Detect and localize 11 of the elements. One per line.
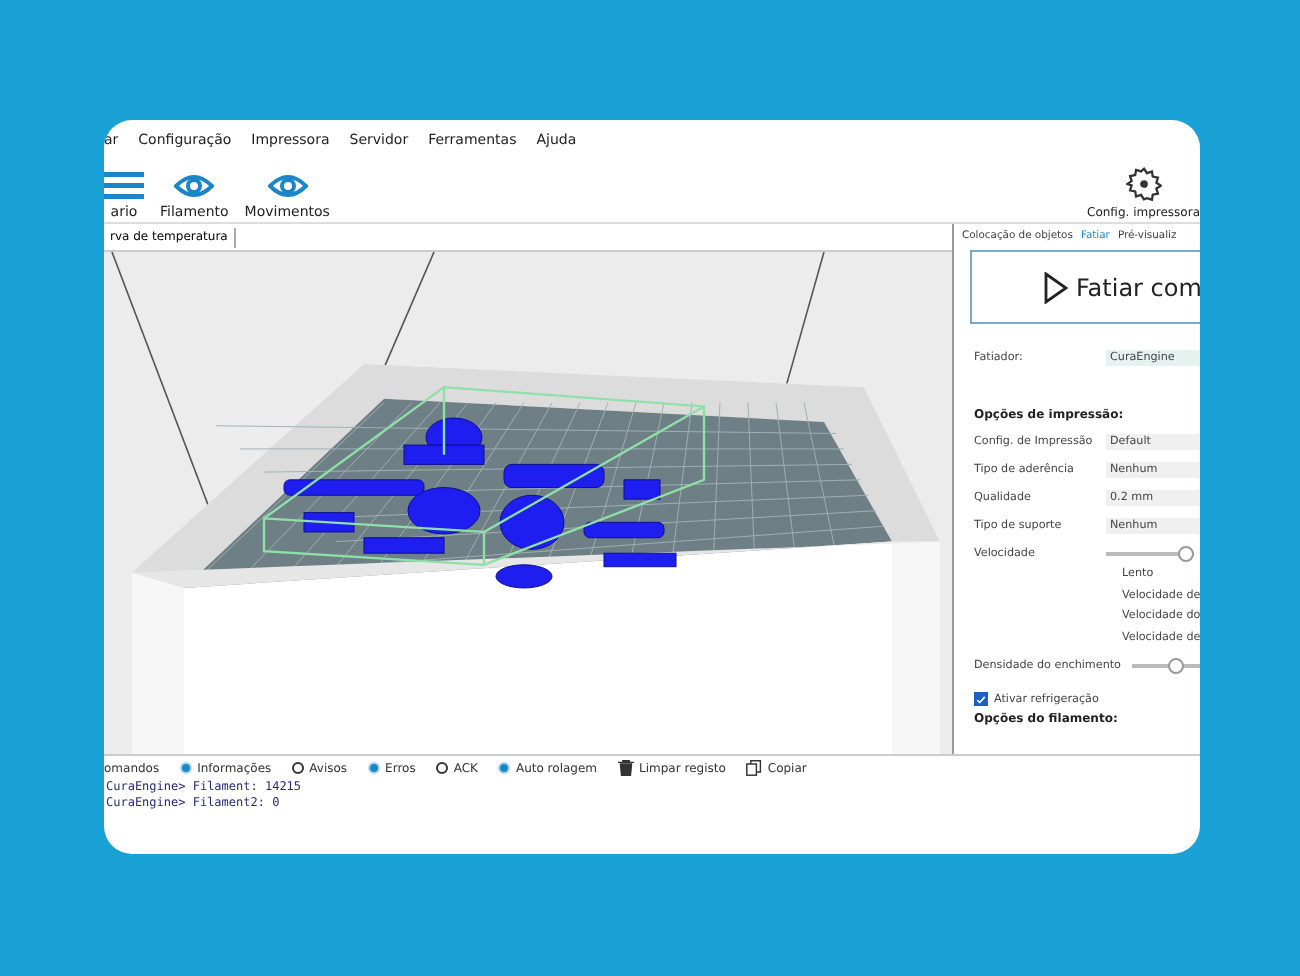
checkbox[interactable] [974, 692, 988, 706]
slice-button[interactable]: Fatiar com [970, 250, 1200, 324]
settings-icon [1125, 166, 1162, 202]
eye-icon [174, 172, 215, 200]
list-icon [104, 172, 144, 200]
trash-icon [617, 760, 634, 776]
copy-icon [745, 760, 762, 776]
slider-thumb[interactable] [1177, 546, 1194, 562]
eye-icon [267, 172, 308, 200]
play-icon [1044, 271, 1068, 303]
slider-thumb[interactable] [1168, 658, 1185, 674]
